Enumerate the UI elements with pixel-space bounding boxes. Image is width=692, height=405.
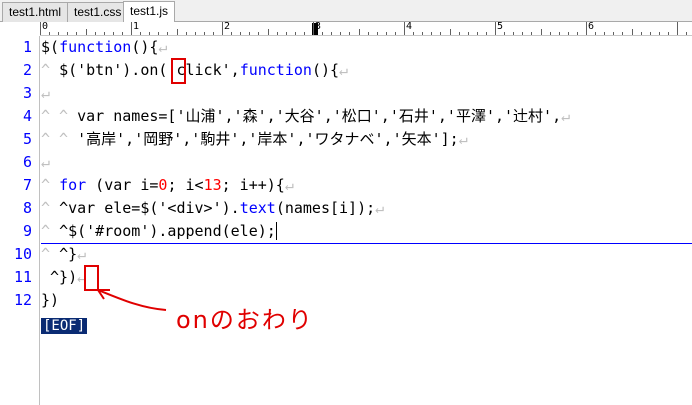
highlight-box-close-paren: [84, 265, 99, 291]
annotation-arrow: [97, 289, 167, 311]
highlight-box-on-paren: [171, 58, 186, 84]
annotation-layer: [84, 58, 186, 311]
annotation-label: onのおわり: [176, 306, 314, 334]
